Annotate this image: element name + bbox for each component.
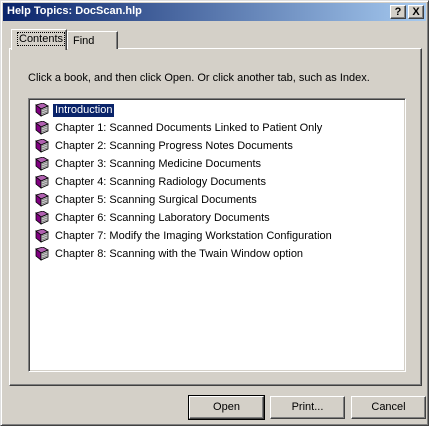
tree-item[interactable]: Chapter 1: Scanned Documents Linked to P…: [33, 119, 405, 137]
tree-item[interactable]: Chapter 5: Scanning Surgical Documents: [33, 191, 405, 209]
cancel-button[interactable]: Cancel: [351, 396, 426, 419]
tree-item-label: Introduction: [51, 102, 116, 118]
contents-tree[interactable]: Introduction Chapter 1: Scanned Documents…: [28, 98, 406, 372]
tree-item-label: Chapter 4: Scanning Radiology Documents: [55, 175, 266, 188]
tab-contents[interactable]: Contents: [11, 29, 67, 50]
tree-item[interactable]: Chapter 7: Modify the Imaging Workstatio…: [33, 227, 405, 245]
tab-contents-label: Contents: [17, 32, 66, 46]
closed-book-icon: [33, 210, 49, 225]
tree-item-label: Chapter 3: Scanning Medicine Documents: [55, 157, 262, 170]
tree-item-label: Chapter 5: Scanning Surgical Documents: [55, 193, 257, 206]
tree-item[interactable]: Chapter 2: Scanning Progress Notes Docum…: [33, 137, 405, 155]
tree-item[interactable]: Introduction: [33, 101, 405, 119]
tab-find[interactable]: Find: [67, 31, 118, 49]
help-topics-dialog: Help Topics: DocScan.hlp ? X Contents Fi…: [0, 0, 429, 426]
print-button[interactable]: Print...: [270, 396, 345, 419]
tree-item-label: Chapter 7: Modify the Imaging Workstatio…: [55, 229, 332, 242]
tree-item[interactable]: Chapter 3: Scanning Medicine Documents: [33, 155, 405, 173]
tree-item-label: Chapter 2: Scanning Progress Notes Docum…: [55, 139, 293, 152]
closed-book-icon: [33, 120, 49, 135]
close-button[interactable]: X: [408, 5, 424, 19]
closed-book-icon: [33, 174, 49, 189]
title-bar[interactable]: Help Topics: DocScan.hlp ? X: [3, 3, 426, 21]
tree-item[interactable]: Chapter 6: Scanning Laboratory Documents: [33, 209, 405, 227]
tree-item-label: Chapter 8: Scanning with the Twain Windo…: [55, 247, 304, 260]
help-button[interactable]: ?: [390, 5, 406, 19]
closed-book-icon: [33, 102, 49, 117]
tree-item[interactable]: Chapter 4: Scanning Radiology Documents: [33, 173, 405, 191]
closed-book-icon: [33, 246, 49, 261]
window-title: Help Topics: DocScan.hlp: [7, 5, 142, 17]
closed-book-icon: [33, 138, 49, 153]
tree-item-label: Chapter 6: Scanning Laboratory Documents: [55, 211, 270, 224]
contents-panel: Click a book, and then click Open. Or cl…: [9, 48, 422, 386]
closed-book-icon: [33, 228, 49, 243]
tree-item-label: Chapter 1: Scanned Documents Linked to P…: [55, 121, 323, 134]
open-button[interactable]: Open: [188, 395, 265, 420]
closed-book-icon: [33, 156, 49, 171]
instructions-text: Click a book, and then click Open. Or cl…: [28, 72, 370, 84]
tree-item[interactable]: Chapter 8: Scanning with the Twain Windo…: [33, 245, 405, 263]
tab-find-label: Find: [73, 35, 95, 47]
closed-book-icon: [33, 192, 49, 207]
